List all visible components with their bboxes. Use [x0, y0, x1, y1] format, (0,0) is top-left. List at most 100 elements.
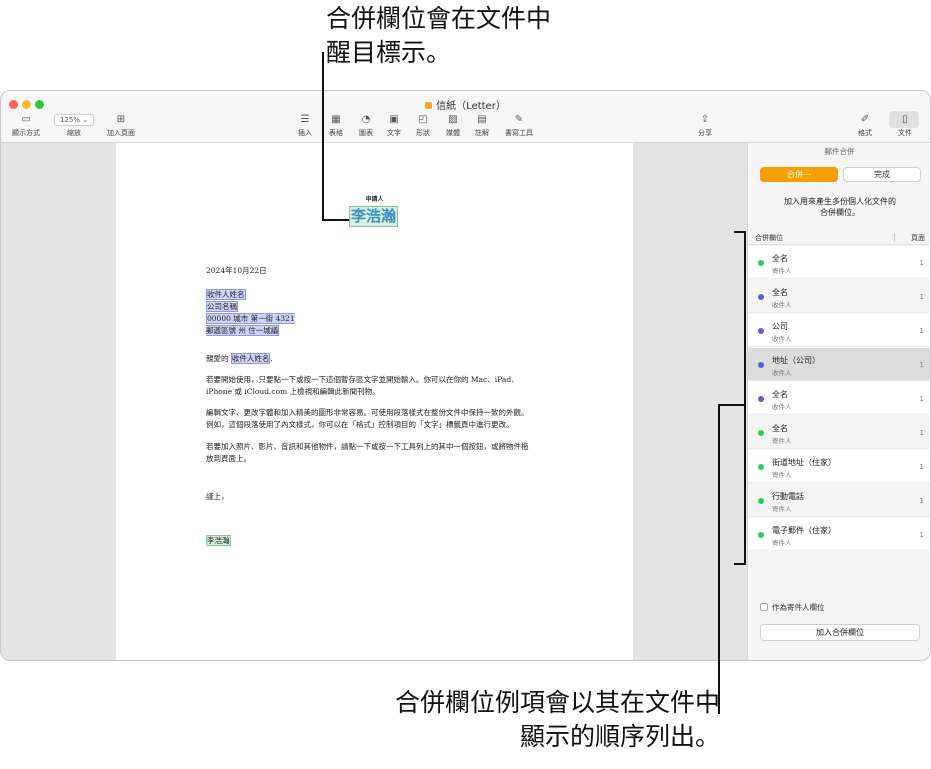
field-color-dot	[758, 464, 764, 470]
merge-field-row[interactable]: 公司收件人 1	[748, 314, 930, 347]
field-name: 街道地址（住家）	[772, 458, 836, 467]
list-icon: ☰	[300, 114, 310, 125]
merge-field-row[interactable]: 全名寄件人 1	[748, 416, 930, 449]
field-name: 全名	[772, 254, 788, 263]
toolbar-document[interactable]: ▯ 文件	[894, 113, 916, 138]
pages-window: 信紙（Letter） ▭ 顯示方式 125% ⌄ 縮放 ⊞ 加入頁面 ☰ 插入 …	[0, 90, 931, 661]
field-name: 地址（公司）	[772, 356, 820, 365]
toolbar-table[interactable]: ▦ 表格	[325, 113, 347, 138]
chevron-down-icon: ⌄	[82, 116, 89, 124]
share-icon: ⇪	[700, 114, 710, 125]
toolbar-insert[interactable]: ☰ 插入	[294, 113, 316, 138]
field-color-dot	[758, 328, 764, 334]
add-merge-field-button[interactable]: 加入合併欄位	[760, 624, 920, 641]
plus-square-icon: ⊞	[116, 114, 126, 125]
field-page: 1	[919, 429, 924, 437]
greeting: 親愛的 收件人姓名,	[206, 353, 273, 364]
merge-field-row[interactable]: 行動電話 寄件人 1	[748, 484, 930, 517]
field-page: 1	[919, 259, 924, 267]
closing[interactable]: 謹上，	[206, 491, 229, 503]
toolbar: 信紙（Letter） ▭ 顯示方式 125% ⌄ 縮放 ⊞ 加入頁面 ☰ 插入 …	[1, 91, 930, 143]
field-color-dot	[758, 532, 764, 538]
toolbar-comment[interactable]: ▤ 註解	[471, 113, 493, 138]
toolbar-format[interactable]: ✐ 格式	[854, 113, 876, 138]
field-type: 收件人	[772, 403, 792, 411]
callout-top-leader	[322, 52, 324, 220]
callout-bottom-line1: 合併欄位例項會以其在文件中	[394, 688, 720, 717]
paragraph-1[interactable]: 若要開始使用，只要點一下或按一下這個暫存區文字並開始輸入。你可以在你的 Mac、…	[206, 374, 519, 398]
toolbar-media[interactable]: ▨ 媒體	[442, 113, 464, 138]
merge-field-company[interactable]: 公司名稱	[206, 301, 238, 312]
callout-top-line2: 醒目標示。	[326, 38, 452, 67]
field-color-dot	[758, 362, 764, 368]
merge-field-table-header: 合併欄位 頁面	[748, 231, 930, 245]
merge-field-row[interactable]: 電子郵件（住家） 寄件人 1	[748, 518, 930, 551]
field-page: 1	[919, 463, 924, 471]
field-color-dot	[758, 294, 764, 300]
checkbox-icon[interactable]	[760, 603, 768, 611]
merge-field-recipient-name[interactable]: 收件人姓名	[206, 289, 246, 300]
field-type: 寄件人	[772, 471, 792, 479]
table-icon: ▦	[331, 114, 341, 125]
field-type: 寄件人	[772, 437, 792, 445]
letter-page[interactable]: 申請人 李浩瀚 2024年10月22日 收件人姓名 公司名稱 00000 城市 …	[116, 143, 633, 660]
column-header-field[interactable]: 合併欄位	[755, 233, 783, 243]
toolbar-shape[interactable]: ◰ 形狀	[412, 113, 434, 138]
recipient-block: 收件人姓名 公司名稱 00000 城市 第一街 4321 郵遞區號 州 住一城議	[206, 289, 295, 337]
column-divider	[894, 233, 895, 242]
merge-field-sender-name[interactable]: 李浩瀚	[349, 206, 399, 227]
callout-bracket	[744, 231, 746, 565]
toolbar-zoom[interactable]: 125% ⌄ 縮放	[53, 113, 95, 138]
document-title: 信紙（Letter）	[1, 97, 930, 112]
merge-field-row[interactable]: 全名 收件人 1	[748, 280, 930, 313]
field-page: 1	[919, 327, 924, 335]
letter-date[interactable]: 2024年10月22日	[206, 265, 267, 277]
sender-field-checkbox[interactable]: 作為寄件人欄位	[760, 602, 825, 613]
callout-top-leader-h	[322, 219, 349, 221]
merge-field-row[interactable]: 全名 收件人 1	[748, 382, 930, 415]
merge-field-address[interactable]: 00000 城市 第一街 4321 郵遞區號 州 住一城議	[206, 313, 295, 336]
toolbar-view[interactable]: ▭ 顯示方式	[9, 113, 43, 138]
merge-field-row[interactable]: 街道地址（住家） 寄件人 1	[748, 450, 930, 483]
field-name: 全名	[772, 424, 788, 433]
toolbar-writing-tools[interactable]: ✎ 書寫工具	[502, 113, 536, 138]
field-name: 公司	[772, 322, 788, 331]
field-name: 行動電話	[772, 492, 804, 501]
writing-tools-icon: ✎	[514, 114, 524, 125]
toolbar-add-page[interactable]: ⊞ 加入頁面	[103, 113, 139, 138]
merge-field-greeting-name[interactable]: 收件人姓名	[230, 353, 271, 364]
column-header-page[interactable]: 頁面	[911, 233, 925, 243]
field-color-dot	[758, 396, 764, 402]
media-icon: ▨	[448, 114, 458, 125]
toolbar-chart[interactable]: ◔ 圖表	[355, 113, 377, 138]
callout-bracket-top	[734, 231, 745, 233]
field-page: 1	[919, 361, 924, 369]
merge-field-row[interactable]: 地址（公司） 收件人 1	[748, 348, 930, 381]
field-type: 寄件人	[772, 505, 792, 513]
callout-bottom-leader	[718, 404, 720, 714]
field-type: 收件人	[772, 335, 792, 343]
merge-field-signature[interactable]: 李浩瀚	[206, 535, 231, 546]
field-name: 全名	[772, 288, 788, 297]
callout-bottom: 合併欄位例項會以其在文件中 顯示的順序列出。	[300, 686, 720, 754]
field-type: 寄件人	[772, 539, 792, 547]
callout-bracket-joint	[718, 404, 745, 406]
field-page: 1	[919, 395, 924, 403]
paragraph-3[interactable]: 若要加入照片、影片、音訊和其他物件，請點一下或按一下工具列上的其中一個按鈕，或將…	[206, 441, 529, 465]
toolbar-share[interactable]: ⇪ 分享	[694, 113, 716, 138]
sidebar-description: 加入用來產生多份個人化文件的 合併欄位。	[784, 197, 896, 217]
done-button[interactable]: 完成	[843, 167, 921, 182]
paintbrush-icon: ✐	[860, 114, 870, 125]
field-page: 1	[919, 293, 924, 301]
sidebar-icon: ▭	[21, 114, 31, 125]
callout-top-line1: 合併欄位會在文件中	[326, 4, 552, 33]
paragraph-2[interactable]: 編輯文字、更改字體和加入精美的圖形非常容易。可使用段落樣式在整份文件中保持一致的…	[206, 407, 529, 431]
field-type: 寄件人	[772, 267, 792, 275]
merge-button[interactable]: 合併⋯	[760, 167, 838, 182]
zoom-select[interactable]: 125% ⌄	[53, 113, 95, 126]
text-box-icon: ▣	[389, 114, 399, 125]
toolbar-text[interactable]: ▣ 文字	[383, 113, 405, 138]
field-name: 電子郵件（住家）	[772, 526, 836, 535]
chart-icon: ◔	[361, 114, 371, 125]
merge-field-row[interactable]: 全名寄件人 1	[748, 246, 930, 279]
